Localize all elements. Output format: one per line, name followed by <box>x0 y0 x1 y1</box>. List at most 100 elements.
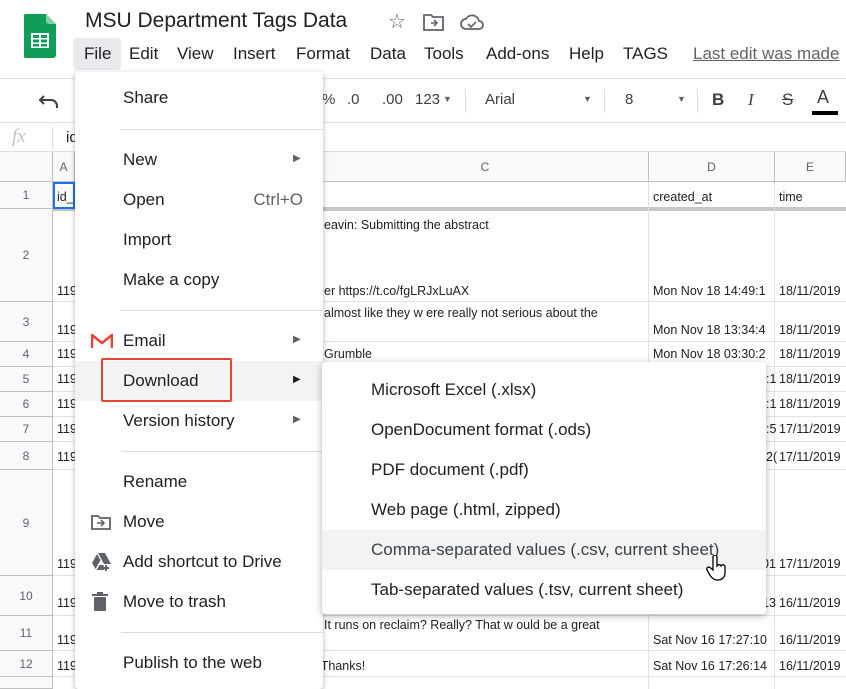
menu-tools[interactable]: Tools <box>424 44 464 64</box>
row-header-7[interactable]: 7 <box>0 417 53 442</box>
cell-d11[interactable]: Sat Nov 16 17:27:10 <box>653 633 773 647</box>
cell-e4[interactable]: 18/11/2019 <box>779 347 841 361</box>
download-csv-item[interactable]: Comma-separated values (.csv, current sh… <box>322 530 766 570</box>
cell-a4[interactable]: 119 <box>57 347 77 361</box>
cell-a12[interactable]: 119 <box>57 659 77 673</box>
menu-help[interactable]: Help <box>569 44 604 64</box>
menu-item-make-copy[interactable]: Make a copy <box>75 260 323 300</box>
cell-a11[interactable]: 119 <box>57 633 77 647</box>
download-html-item[interactable]: Web page (.html, zipped) <box>322 490 766 530</box>
cell-d5[interactable]: :1 <box>766 372 776 386</box>
menu-file[interactable]: File <box>84 44 111 64</box>
menu-item-share[interactable]: Share <box>75 78 323 118</box>
menu-item-rename[interactable]: Rename <box>75 462 323 502</box>
row-header-9[interactable]: 9 <box>0 470 53 576</box>
cell-e11[interactable]: 16/11/2019 <box>779 633 841 647</box>
cell-e6[interactable]: 18/11/2019 <box>779 397 841 411</box>
row-header-13[interactable] <box>0 677 53 689</box>
menu-item-publish[interactable]: Publish to the web <box>75 643 323 683</box>
menu-tags[interactable]: TAGS <box>623 44 668 64</box>
column-header-a[interactable]: A <box>53 152 75 182</box>
cell-c2-line1[interactable]: eavin: Submitting the abstract <box>324 218 489 232</box>
download-tsv-item[interactable]: Tab-separated values (.tsv, current shee… <box>322 570 766 610</box>
row-header-1[interactable]: 1 <box>0 182 53 209</box>
cell-e5[interactable]: 18/11/2019 <box>779 372 841 386</box>
cell-e10[interactable]: 16/11/2019 <box>779 596 841 610</box>
cell-e9[interactable]: 17/11/2019 <box>779 557 841 571</box>
cell-c3[interactable]: almost like they w ere really not seriou… <box>324 306 598 320</box>
more-formats-button[interactable]: 123 <box>415 91 440 108</box>
cell-e12[interactable]: 16/11/2019 <box>779 659 841 673</box>
cell-d1[interactable]: created_at <box>653 190 712 204</box>
percent-button[interactable]: % <box>322 91 335 108</box>
cell-e7[interactable]: 17/11/2019 <box>779 422 841 436</box>
cell-e3[interactable]: 18/11/2019 <box>779 323 841 337</box>
cell-e8[interactable]: 17/11/2019 <box>779 450 841 464</box>
cell-a6[interactable]: 119 <box>57 397 77 411</box>
row-header-3[interactable]: 3 <box>0 302 53 342</box>
column-header-d[interactable]: D <box>649 152 775 182</box>
font-size-select[interactable]: 8 <box>625 91 633 108</box>
cell-d3[interactable]: Mon Nov 18 13:34:4 <box>653 323 773 337</box>
menu-format[interactable]: Format <box>296 44 350 64</box>
download-ods-item[interactable]: OpenDocument format (.ods) <box>322 410 766 450</box>
menu-edit[interactable]: Edit <box>129 44 158 64</box>
sheets-logo-icon[interactable] <box>24 14 56 58</box>
cell-d2[interactable]: Mon Nov 18 14:49:1 <box>653 284 773 298</box>
cell-a8[interactable]: 119 <box>57 450 77 464</box>
row-header-2[interactable]: 2 <box>0 209 53 302</box>
menu-item-version-history[interactable]: Version history ▶ <box>75 401 323 441</box>
row-header-4[interactable]: 4 <box>0 342 53 367</box>
italic-button[interactable]: I <box>748 90 754 110</box>
cell-c11[interactable]: It runs on reclaim? Really? That w ould … <box>324 618 600 632</box>
menu-item-move[interactable]: Move <box>75 502 323 542</box>
menu-data[interactable]: Data <box>370 44 406 64</box>
cell-a9[interactable]: 119 <box>57 557 77 571</box>
cloud-status-icon[interactable] <box>460 12 484 32</box>
menu-item-open[interactable]: Open Ctrl+O <box>75 180 323 220</box>
cell-c2-line2[interactable]: er https://t.co/fgLRJxLuAX <box>324 284 469 298</box>
row-header-10[interactable]: 10 <box>0 576 53 616</box>
menu-view[interactable]: View <box>177 44 214 64</box>
cell-d4[interactable]: Mon Nov 18 03:30:2 <box>653 347 773 361</box>
cell-e1[interactable]: time <box>779 190 803 204</box>
cell-a5[interactable]: 119 <box>57 372 77 386</box>
text-color-button[interactable]: A <box>817 87 829 108</box>
strikethrough-button[interactable]: S <box>782 90 793 110</box>
cell-a10[interactable]: 119 <box>57 596 77 610</box>
cell-a2[interactable]: 119 <box>57 284 77 298</box>
row-header-6[interactable]: 6 <box>0 392 53 417</box>
menu-item-import[interactable]: Import <box>75 220 323 260</box>
menu-item-new[interactable]: New ▶ <box>75 140 323 180</box>
decrease-decimal-button[interactable]: .0 <box>347 91 360 108</box>
row-header-8[interactable]: 8 <box>0 442 53 470</box>
select-all-corner[interactable] <box>0 152 53 182</box>
bold-button[interactable]: B <box>712 90 724 110</box>
column-header-e[interactable]: E <box>775 152 846 182</box>
menu-insert[interactable]: Insert <box>233 44 276 64</box>
download-xlsx-item[interactable]: Microsoft Excel (.xlsx) <box>322 370 766 410</box>
cell-a3[interactable]: 119 <box>57 323 77 337</box>
menu-item-add-shortcut[interactable]: Add shortcut to Drive <box>75 542 323 582</box>
move-folder-icon[interactable] <box>423 12 445 32</box>
increase-decimal-button[interactable]: .00 <box>382 91 403 108</box>
cell-d7[interactable]: :5 <box>766 422 776 436</box>
cell-d8[interactable]: 2( <box>766 450 777 464</box>
cell-d12[interactable]: Sat Nov 16 17:26:14 <box>653 659 773 673</box>
download-pdf-item[interactable]: PDF document (.pdf) <box>322 450 766 490</box>
menu-item-move-to-trash[interactable]: Move to trash <box>75 582 323 622</box>
menu-item-email[interactable]: Email ▶ <box>75 321 323 361</box>
undo-icon[interactable] <box>38 92 60 110</box>
row-header-5[interactable]: 5 <box>0 367 53 392</box>
cell-c4[interactable]: Grumble <box>324 347 372 361</box>
last-edit-link[interactable]: Last edit was made <box>693 44 839 64</box>
row-header-12[interactable]: 12 <box>0 651 53 677</box>
cell-a7[interactable]: 119 <box>57 422 77 436</box>
star-icon[interactable]: ☆ <box>386 11 408 33</box>
doc-title[interactable]: MSU Department Tags Data <box>85 9 347 33</box>
row-header-11[interactable]: 11 <box>0 616 53 651</box>
column-header-c[interactable]: C <box>322 152 649 182</box>
menu-addons[interactable]: Add-ons <box>486 44 549 64</box>
font-select[interactable]: Arial <box>485 91 515 108</box>
cell-d6[interactable]: :1 <box>766 397 776 411</box>
